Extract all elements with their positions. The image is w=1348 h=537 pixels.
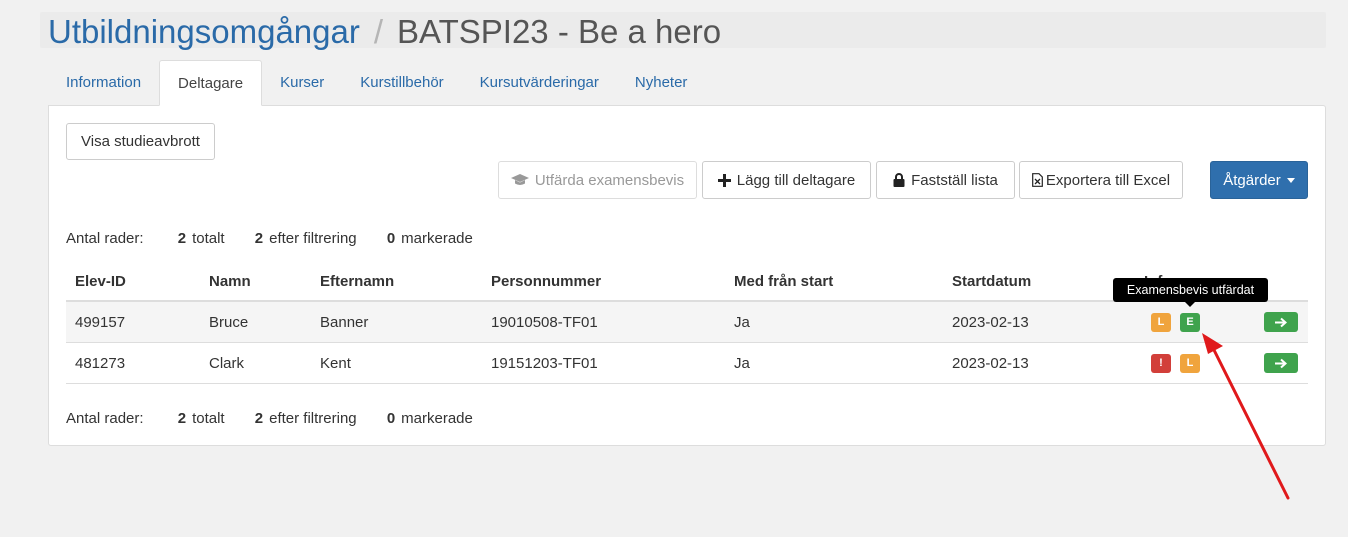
filtered-count: 2: [254, 410, 264, 427]
filtered-label: efter filtrering: [269, 410, 357, 427]
arrow-right-icon: [1274, 317, 1287, 327]
badge-e-diploma-issued[interactable]: E: [1180, 313, 1200, 332]
add-participant-button[interactable]: Lägg till deltagare: [702, 161, 871, 199]
table-row[interactable]: 499157 Bruce Banner 19010508-TF01 Ja 202…: [66, 302, 1308, 343]
selected-label: markerade: [401, 410, 473, 427]
filtered-label: efter filtrering: [269, 230, 357, 247]
row-count-summary-top: Antal rader: 2 totalt 2 efter filtrering 0…: [66, 230, 473, 247]
show-dropouts-label: Visa studieavbrott: [81, 133, 200, 150]
breadcrumb: Utbildningsomgångar / BATSPI23 - Be a hero: [48, 10, 721, 54]
filtered-count: 2: [254, 230, 264, 247]
tab-kurstillbehor[interactable]: Kurstillbehör: [342, 60, 461, 106]
tab-kursutvarderingar[interactable]: Kursutvärderingar: [462, 60, 617, 106]
add-participant-label: Lägg till deltagare: [736, 171, 856, 189]
selected-label: markerade: [401, 230, 473, 247]
column-header-elev-id[interactable]: Elev-ID: [75, 261, 126, 302]
issue-diplomas-label: Utfärda examensbevis: [534, 171, 685, 189]
tooltip-arrow: [1185, 302, 1195, 307]
tooltip: Examensbevis utfärdat: [1113, 278, 1268, 302]
column-header-efternamn[interactable]: Efternamn: [320, 261, 394, 302]
participants-panel: Visa studieavbrott Utfärda examensbevis …: [48, 105, 1326, 446]
cell-startdatum: 2023-02-13: [952, 355, 1029, 372]
selected-count: 0: [386, 410, 396, 427]
excel-file-icon: [1031, 173, 1043, 187]
selected-count: 0: [386, 230, 396, 247]
cell-elev-id: 499157: [75, 314, 126, 331]
plus-icon: [717, 173, 731, 187]
tab-bar: Information Deltagare Kurser Kurstillbeh…: [48, 60, 705, 106]
tab-information[interactable]: Information: [48, 60, 159, 106]
column-header-startdatum[interactable]: Startdatum: [952, 261, 1031, 302]
arrow-right-icon: [1274, 358, 1287, 368]
lock-icon: [893, 173, 905, 187]
cell-efternamn: Kent: [320, 355, 351, 372]
open-participant-button[interactable]: [1264, 353, 1298, 373]
total-label: totalt: [192, 230, 225, 247]
graduation-cap-icon: [510, 174, 529, 185]
page-title: BATSPI23 - Be a hero: [397, 13, 722, 50]
row-count-summary-bottom: Antal rader: 2 totalt 2 efter filtrering 0…: [66, 410, 473, 427]
lock-list-button[interactable]: Fastställ lista: [876, 161, 1015, 199]
cell-namn: Bruce: [209, 314, 249, 331]
cell-personnummer: 19151203-TF01: [491, 355, 598, 372]
table-row[interactable]: 481273 Clark Kent 19151203-TF01 Ja 2023-…: [66, 343, 1308, 384]
badge-l[interactable]: L: [1180, 354, 1200, 373]
cell-med-fran-start: Ja: [734, 314, 750, 331]
export-excel-button[interactable]: Exportera till Excel: [1019, 161, 1183, 199]
row-count-label: Antal rader:: [66, 230, 144, 247]
tab-nyheter[interactable]: Nyheter: [617, 60, 706, 106]
open-participant-button[interactable]: [1264, 312, 1298, 332]
actions-label: Åtgärder: [1223, 171, 1281, 189]
breadcrumb-parent-link[interactable]: Utbildningsomgångar: [48, 13, 360, 50]
lock-list-label: Fastställ lista: [911, 171, 998, 189]
row-count-label: Antal rader:: [66, 410, 144, 427]
cell-personnummer: 19010508-TF01: [491, 314, 598, 331]
total-count: 2: [177, 230, 187, 247]
cell-med-fran-start: Ja: [734, 355, 750, 372]
tab-deltagare[interactable]: Deltagare: [159, 60, 263, 106]
breadcrumb-separator: /: [373, 13, 384, 50]
show-dropouts-button[interactable]: Visa studieavbrott: [66, 123, 215, 160]
cell-efternamn: Banner: [320, 314, 369, 331]
actions-dropdown-button[interactable]: Åtgärder: [1210, 161, 1308, 199]
badge-warning[interactable]: !: [1151, 354, 1171, 373]
export-excel-label: Exportera till Excel: [1045, 171, 1171, 189]
tab-kurser[interactable]: Kurser: [262, 60, 342, 106]
cell-startdatum: 2023-02-13: [952, 314, 1029, 331]
caret-down-icon: [1286, 177, 1295, 183]
total-label: totalt: [192, 410, 225, 427]
issue-diplomas-button[interactable]: Utfärda examensbevis: [498, 161, 697, 199]
column-header-med-fran-start[interactable]: Med från start: [734, 261, 833, 302]
total-count: 2: [177, 410, 187, 427]
badge-l[interactable]: L: [1151, 313, 1171, 332]
column-header-namn[interactable]: Namn: [209, 261, 251, 302]
cell-elev-id: 481273: [75, 355, 126, 372]
column-header-personnummer[interactable]: Personnummer: [491, 261, 601, 302]
cell-namn: Clark: [209, 355, 245, 372]
